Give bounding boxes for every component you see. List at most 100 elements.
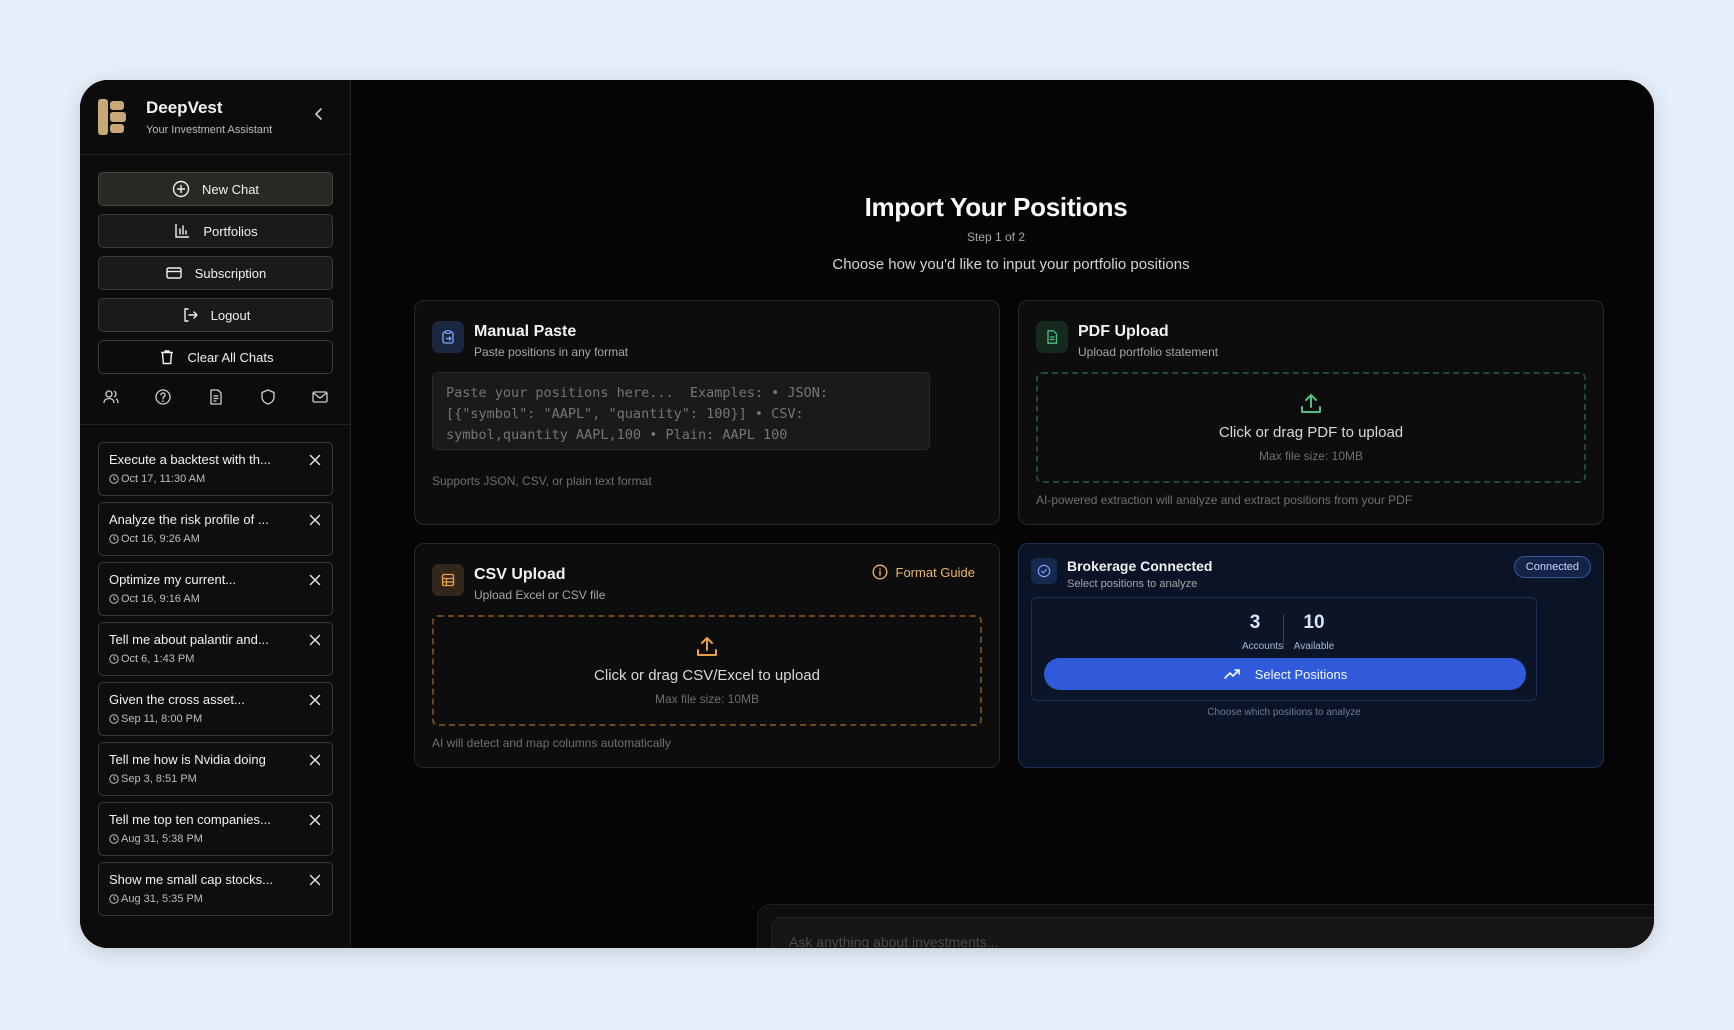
chat-timestamp: Oct 16, 9:16 AM (109, 593, 322, 605)
pdf-upload-card: PDF Upload Upload portfolio statement Cl… (1018, 300, 1604, 525)
pdf-dropzone[interactable]: Click or drag PDF to upload Max file siz… (1036, 372, 1586, 483)
brokerage-stats: 3 Accounts 10 Available Select Positions (1031, 597, 1537, 701)
accounts-count: 3 (1249, 612, 1261, 633)
available-count: 10 (1303, 612, 1325, 633)
close-icon[interactable] (308, 693, 322, 707)
new-chat-label: New Chat (201, 181, 260, 197)
logout-button[interactable]: Logout (98, 298, 333, 332)
card-title: Manual Paste (474, 323, 577, 340)
chat-timestamp: Oct 16, 9:26 AM (109, 533, 322, 545)
positions-paste-textarea[interactable] (432, 372, 930, 450)
chat-history-item[interactable]: Tell me about palantir and... Oct 6, 1:4… (98, 622, 333, 676)
sidebar-divider (80, 424, 351, 425)
app-window: DeepVest Your Investment Assistant New C… (80, 80, 1654, 948)
deepvest-logo (98, 99, 128, 135)
card-title: Brokerage Connected (1067, 558, 1213, 574)
clock-icon (109, 654, 119, 664)
chat-title: Given the cross asset... (109, 692, 245, 707)
close-icon[interactable] (308, 633, 322, 647)
card-title: CSV Upload (474, 566, 566, 583)
info-icon (872, 564, 887, 580)
select-positions-button[interactable]: Select Positions (1044, 658, 1526, 690)
chevron-left-icon (315, 108, 322, 120)
chat-input-container (757, 904, 1654, 948)
clock-icon (109, 474, 119, 484)
csv-note: AI will detect and map columns automatic… (432, 736, 671, 750)
brand: DeepVest Your Investment Assistant (98, 98, 272, 136)
card-title: PDF Upload (1078, 323, 1169, 340)
format-guide-link[interactable]: Format Guide (872, 564, 975, 580)
chat-history-item[interactable]: Execute a backtest with th... Oct 17, 11… (98, 442, 333, 496)
bar-chart-icon (175, 224, 190, 238)
card-subtitle: Upload Excel or CSV file (474, 588, 606, 602)
clock-icon (109, 834, 119, 844)
clear-all-chats-button[interactable]: Clear All Chats (98, 340, 333, 374)
chat-history-item[interactable]: Show me small cap stocks... Aug 31, 5:35… (98, 862, 333, 916)
plus-circle-icon (172, 180, 190, 198)
close-icon[interactable] (308, 873, 322, 887)
manual-paste-note: Supports JSON, CSV, or plain text format (432, 474, 652, 488)
csv-dropzone[interactable]: Click or drag CSV/Excel to upload Max fi… (432, 615, 982, 726)
chat-timestamp: Aug 31, 5:35 PM (109, 893, 322, 905)
document-icon[interactable] (207, 388, 225, 406)
chat-history-item[interactable]: Analyze the risk profile of ... Oct 16, … (98, 502, 333, 556)
card-subtitle: Upload portfolio statement (1078, 345, 1219, 359)
close-icon[interactable] (308, 513, 322, 527)
available-label: Available (1293, 641, 1335, 652)
sidebar-icon-row (98, 388, 333, 406)
help-circle-icon[interactable] (154, 388, 172, 406)
sidebar: DeepVest Your Investment Assistant New C… (80, 80, 351, 948)
chat-input[interactable] (771, 917, 1654, 948)
connected-badge: Connected (1513, 556, 1591, 578)
csv-drop-text: Click or drag CSV/Excel to upload (594, 667, 820, 684)
sidebar-divider (80, 154, 351, 155)
subscription-label: Subscription (194, 265, 267, 281)
chat-history-item[interactable]: Tell me top ten companies... Aug 31, 5:3… (98, 802, 333, 856)
chat-title: Tell me how is Nvidia doing (109, 752, 266, 767)
csv-max-size: Max file size: 10MB (654, 692, 760, 706)
trending-up-icon (1223, 669, 1240, 679)
check-circle-icon (1031, 558, 1057, 584)
csv-upload-card: CSV Upload Upload Excel or CSV file Form… (414, 543, 1000, 768)
portfolios-label: Portfolios (203, 223, 258, 239)
chat-history-item[interactable]: Tell me how is Nvidia doing Sep 3, 8:51 … (98, 742, 333, 796)
close-icon[interactable] (308, 753, 322, 767)
chat-timestamp: Sep 3, 8:51 PM (109, 773, 322, 785)
table-icon (432, 564, 464, 596)
modal-step: Step 1 of 2 (966, 230, 1026, 244)
collapse-sidebar-button[interactable] (309, 104, 329, 124)
clipboard-icon (432, 321, 464, 353)
new-chat-button[interactable]: New Chat (98, 172, 333, 206)
close-icon[interactable] (308, 813, 322, 827)
chat-title: Optimize my current... (109, 572, 237, 587)
chat-history-item[interactable]: Given the cross asset... Sep 11, 8:00 PM (98, 682, 333, 736)
subscription-button[interactable]: Subscription (98, 256, 333, 290)
clock-icon (109, 594, 119, 604)
portfolios-button[interactable]: Portfolios (98, 214, 333, 248)
shield-icon[interactable] (259, 388, 277, 406)
chat-timestamp: Oct 6, 1:43 PM (109, 653, 322, 665)
chat-timestamp: Aug 31, 5:38 PM (109, 833, 322, 845)
app-name: DeepVest (146, 98, 223, 117)
close-icon[interactable] (308, 573, 322, 587)
chat-history-item[interactable]: Optimize my current... Oct 16, 9:16 AM (98, 562, 333, 616)
pdf-max-size: Max file size: 10MB (1258, 449, 1364, 463)
format-guide-label: Format Guide (895, 564, 975, 580)
mail-icon[interactable] (311, 388, 329, 406)
close-icon[interactable] (308, 453, 322, 467)
card-subtitle: Select positions to analyze (1067, 578, 1198, 590)
available-stat: 10 Available (1289, 612, 1339, 652)
chat-title: Analyze the risk profile of ... (109, 512, 269, 527)
chat-title: Show me small cap stocks... (109, 872, 273, 887)
modal-description: Choose how you'd like to input your port… (832, 256, 1190, 273)
main-area: Import Your Positions Step 1 of 2 Choose… (352, 80, 1654, 948)
pdf-note: AI-powered extraction will analyze and e… (1036, 493, 1413, 507)
file-text-icon (1036, 321, 1068, 353)
upload-icon (697, 637, 717, 656)
chat-timestamp: Sep 11, 8:00 PM (109, 713, 322, 725)
chat-title: Tell me top ten companies... (109, 812, 271, 827)
users-icon[interactable] (102, 388, 120, 406)
chat-timestamp: Oct 17, 11:30 AM (109, 473, 322, 485)
modal-title: Import Your Positions (864, 192, 1128, 222)
clock-icon (109, 714, 119, 724)
